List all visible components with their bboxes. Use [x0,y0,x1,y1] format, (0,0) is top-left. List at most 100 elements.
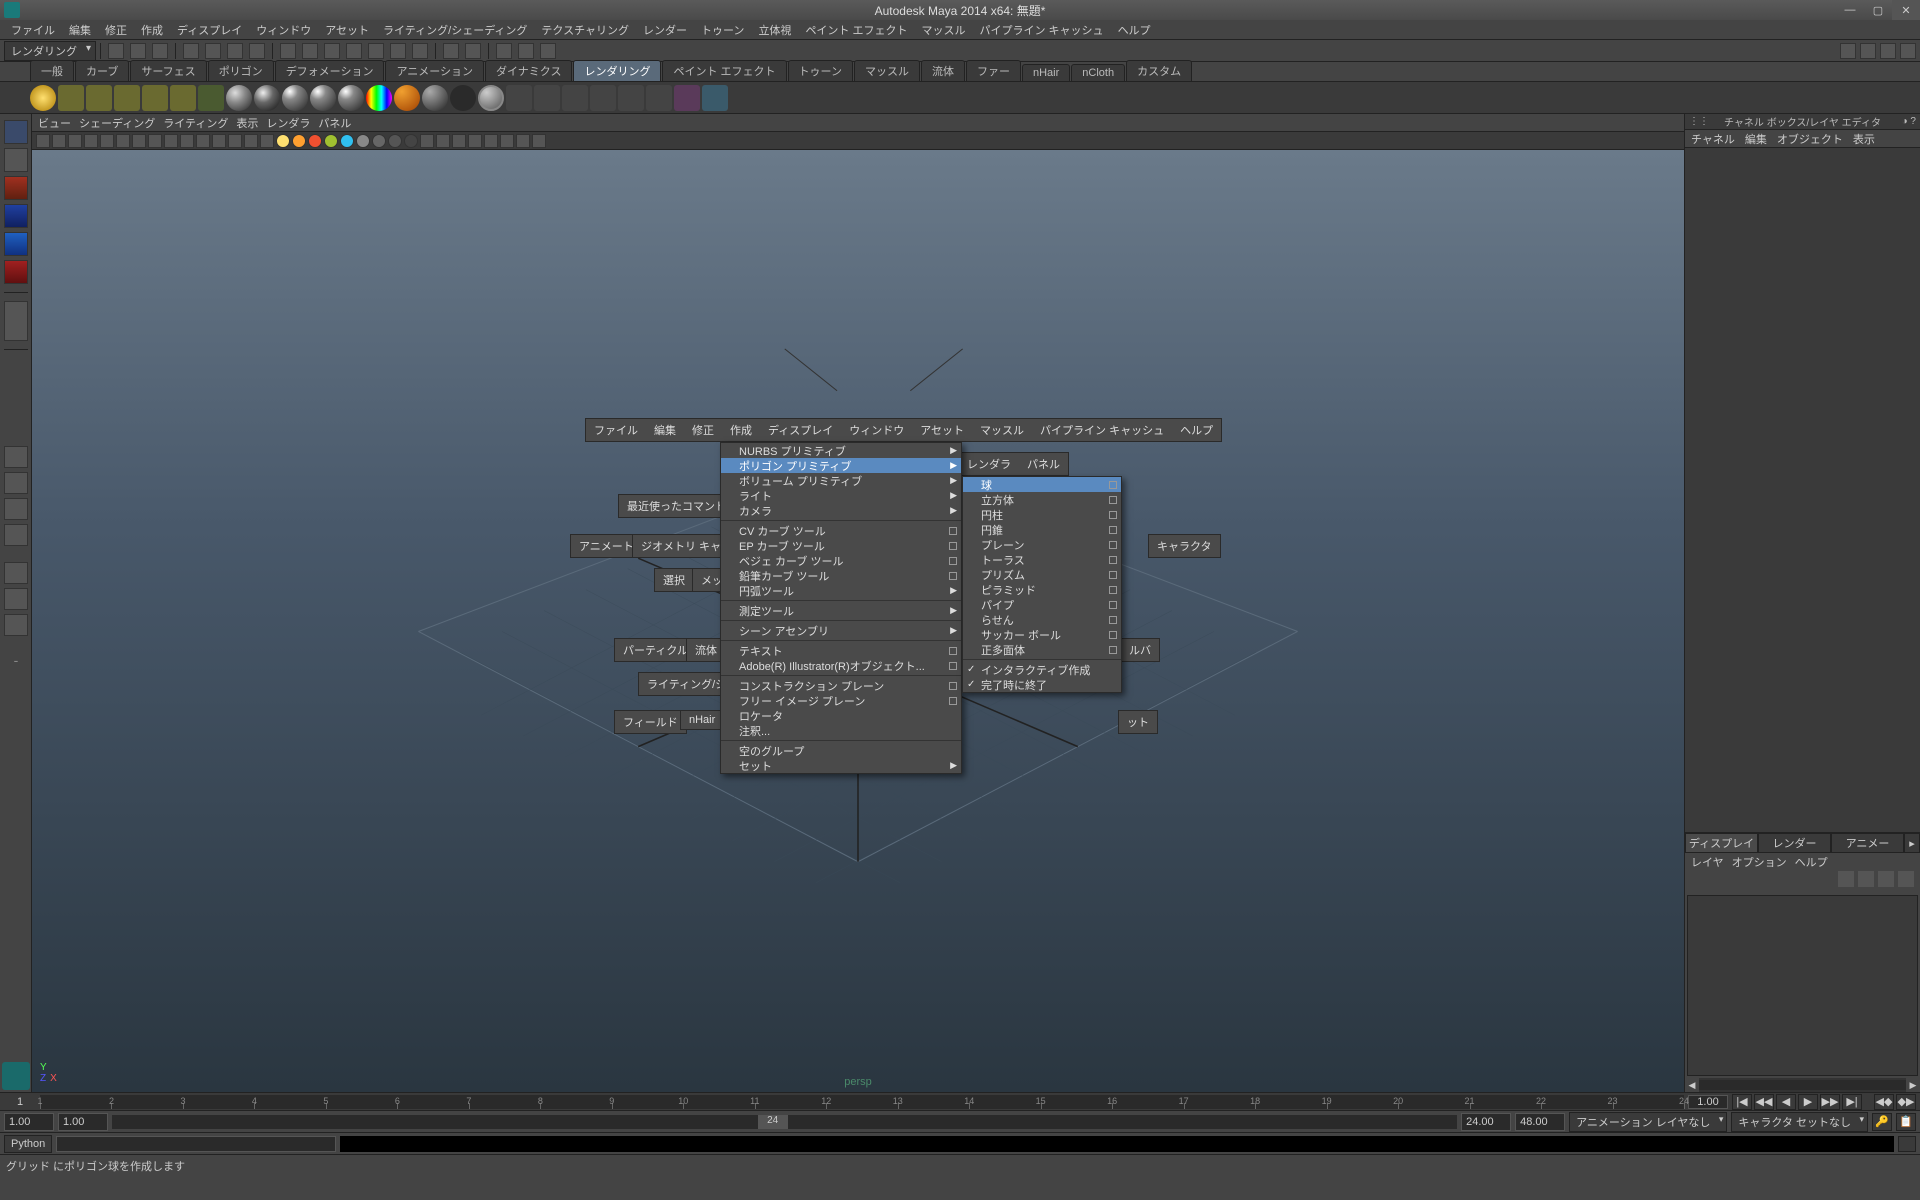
hotbox-item[interactable]: マッスル [972,419,1032,441]
vp-menu-view[interactable]: ビュー [38,115,71,131]
vp-tool-icon[interactable] [132,134,146,148]
render-icon[interactable] [465,43,481,59]
menu-item[interactable]: セット▶ [721,758,961,773]
layer-up-icon[interactable] [1878,871,1894,887]
scale-tool[interactable] [4,260,28,284]
shelf-tab[interactable]: nHair [1022,64,1070,81]
vp-tool-icon[interactable] [468,134,482,148]
autokey-button[interactable]: 🔑 [1872,1113,1892,1131]
hotbox-item[interactable]: 編集 [646,419,684,441]
menu-item[interactable]: 注釈... [721,723,961,738]
vp-tool-icon[interactable] [404,134,418,148]
vp-tool-icon[interactable] [356,134,370,148]
command-input[interactable] [56,1136,336,1152]
menu-item[interactable]: 円錐 [963,522,1121,537]
vp-menu-show[interactable]: 表示 [236,115,258,131]
range-start-full[interactable]: 1.00 [4,1113,54,1131]
vp-tool-icon[interactable] [180,134,194,148]
rotate-tool[interactable] [4,232,28,256]
hotbox-item[interactable]: アセット [912,419,972,441]
menu-item[interactable]: ロケータ [721,708,961,723]
menu-item[interactable]: 測定ツール▶ [721,603,961,618]
redo-icon[interactable] [205,43,221,59]
vp-tool-icon[interactable] [36,134,50,148]
hotbox-item[interactable]: ウィンドウ [841,419,912,441]
save-scene-icon[interactable] [152,43,168,59]
vp-tool-icon[interactable] [228,134,242,148]
hotbox-item[interactable]: 修正 [684,419,722,441]
paint-select-tool[interactable] [4,176,28,200]
paint-3d-icon[interactable] [702,85,728,111]
menu-item[interactable]: ライト▶ [721,488,961,503]
hotbox-fields[interactable]: フィールド [614,710,687,734]
menu-create[interactable]: 作成 [134,20,170,40]
menu-paint[interactable]: ペイント エフェクト [798,20,914,40]
menu-item[interactable]: EP カーブ ツール [721,538,961,553]
select-tool[interactable] [4,120,28,144]
layer-list[interactable] [1687,895,1918,1076]
hotbox-item[interactable]: ディスプレイ [760,419,841,441]
menu-edit[interactable]: 編集 [62,20,98,40]
menu-display[interactable]: ディスプレイ [170,20,249,40]
layer-tab-anim[interactable]: アニメー [1831,833,1904,853]
menu-item[interactable]: ポリゴン プリミティブ▶ [721,458,961,473]
shelf-tab[interactable]: 一般 [30,60,74,81]
layout-four-icon[interactable] [4,472,28,494]
vp-menu-lighting[interactable]: ライティング [163,115,228,131]
range-end-full[interactable]: 48.00 [1515,1113,1565,1131]
vp-tool-icon[interactable] [340,134,354,148]
prefs-button[interactable]: 📋 [1896,1113,1916,1131]
light-spot-icon[interactable] [58,85,84,111]
material-shading-icon[interactable] [422,85,448,111]
hotbox-cloth[interactable]: ルバ [1120,638,1160,662]
hotbox-particle[interactable]: パーティクル [614,638,697,662]
snap-curve-icon[interactable] [302,43,318,59]
menu-window[interactable]: ウィンドウ [249,20,318,40]
sidebar-toggle-1-icon[interactable] [1840,43,1856,59]
shelf-tab[interactable]: レンダリング [573,60,661,81]
light-env-icon[interactable] [198,85,224,111]
hypershade-icon[interactable] [674,85,700,111]
hotbox-item[interactable]: ヘルプ [1172,419,1221,441]
render-view-icon[interactable] [506,85,532,111]
shelf-tab[interactable]: nCloth [1071,64,1125,81]
key-fwd-button[interactable]: ◆▶ [1896,1094,1916,1110]
script-lang[interactable]: Python [4,1135,52,1153]
snap-live-icon[interactable] [368,43,384,59]
menu-modify[interactable]: 修正 [98,20,134,40]
menu-item[interactable]: シーン アセンブリ▶ [721,623,961,638]
menu-file[interactable]: ファイル [4,20,62,40]
render-settings-icon[interactable] [540,43,556,59]
vp-tool-icon[interactable] [516,134,530,148]
menu-toon[interactable]: トゥーン [694,20,751,40]
undo-icon[interactable] [183,43,199,59]
vp-tool-icon[interactable] [484,134,498,148]
layout-persp-icon[interactable] [4,446,28,468]
layer-tab-arrow[interactable]: ▸ [1904,833,1920,853]
last-tool[interactable] [4,301,28,341]
vp-tool-icon[interactable] [420,134,434,148]
hotbox-charset[interactable]: キャラクタ [1148,534,1221,558]
menu-item[interactable]: 鉛筆カーブ ツール [721,568,961,583]
snap-view-icon[interactable] [390,43,406,59]
select-icon[interactable] [227,43,243,59]
vp-tool-icon[interactable] [148,134,162,148]
menu-item[interactable]: 完了時に終了✓ [963,677,1121,692]
light-amb-icon[interactable] [170,85,196,111]
hotbox-what[interactable]: ット [1118,710,1158,734]
layout-outliner-icon[interactable] [4,524,28,546]
menu-muscle[interactable]: マッスル [915,20,973,40]
shelf-tab[interactable]: ダイナミクス [485,60,572,81]
light-dir-icon[interactable] [86,85,112,111]
layer-menu-layers[interactable]: レイヤ [1691,854,1724,870]
menu-item[interactable]: ボリューム プリミティブ▶ [721,473,961,488]
hotbox-item[interactable]: パイプライン キャッシュ [1032,419,1172,441]
light-area-icon[interactable] [114,85,140,111]
play-back-button[interactable]: ◀ [1776,1094,1796,1110]
menu-item[interactable]: 正多面体 [963,642,1121,657]
vp-tool-icon[interactable] [308,134,322,148]
range-track[interactable]: 24 [112,1115,1457,1129]
menu-item[interactable]: 円弧ツール▶ [721,583,961,598]
menu-item[interactable]: カメラ▶ [721,503,961,518]
menu-assets[interactable]: アセット [318,20,376,40]
